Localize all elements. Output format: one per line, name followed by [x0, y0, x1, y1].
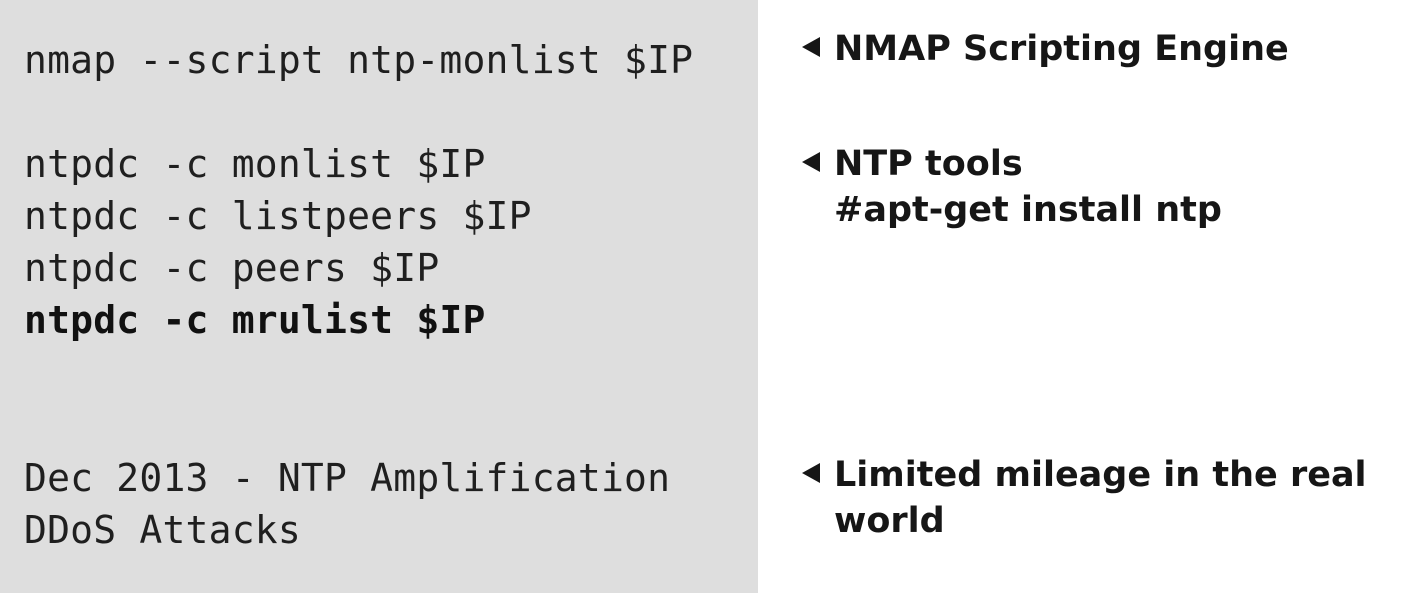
slide: nmap --script ntp-monlist $IP ntpdc -c m…	[0, 0, 1411, 593]
ntpdc-listpeers-command: ntpdc -c listpeers $IP	[24, 194, 532, 238]
ntpdc-peers-command: ntpdc -c peers $IP	[24, 246, 440, 290]
note-mileage-line-1: Limited mileage in the real	[834, 455, 1367, 495]
note-mileage: Limited mileage in the real world	[802, 452, 1367, 544]
note-nse-text: NMAP Scripting Engine	[834, 29, 1289, 69]
note-ntp-tools-text: NTP tools	[834, 144, 1023, 184]
left-triangle-icon	[802, 37, 820, 57]
left-triangle-icon	[802, 463, 820, 483]
history-line-2: DDoS Attacks	[24, 508, 301, 552]
ntpdc-mrulist-command: ntpdc -c mrulist $IP	[24, 298, 486, 342]
nmap-command: nmap --script ntp-monlist $IP	[24, 38, 694, 82]
note-ntp-tools: NTP tools #apt-get install ntp	[802, 141, 1222, 233]
code-panel: nmap --script ntp-monlist $IP ntpdc -c m…	[0, 0, 758, 593]
note-nse: NMAP Scripting Engine	[802, 26, 1289, 72]
ntpdc-monlist-command: ntpdc -c monlist $IP	[24, 142, 486, 186]
history-line-1: Dec 2013 - NTP Amplification	[24, 456, 671, 500]
note-mileage-line-2: world	[834, 501, 945, 541]
left-triangle-icon	[802, 152, 820, 172]
note-ntp-install-text: #apt-get install ntp	[834, 190, 1222, 230]
